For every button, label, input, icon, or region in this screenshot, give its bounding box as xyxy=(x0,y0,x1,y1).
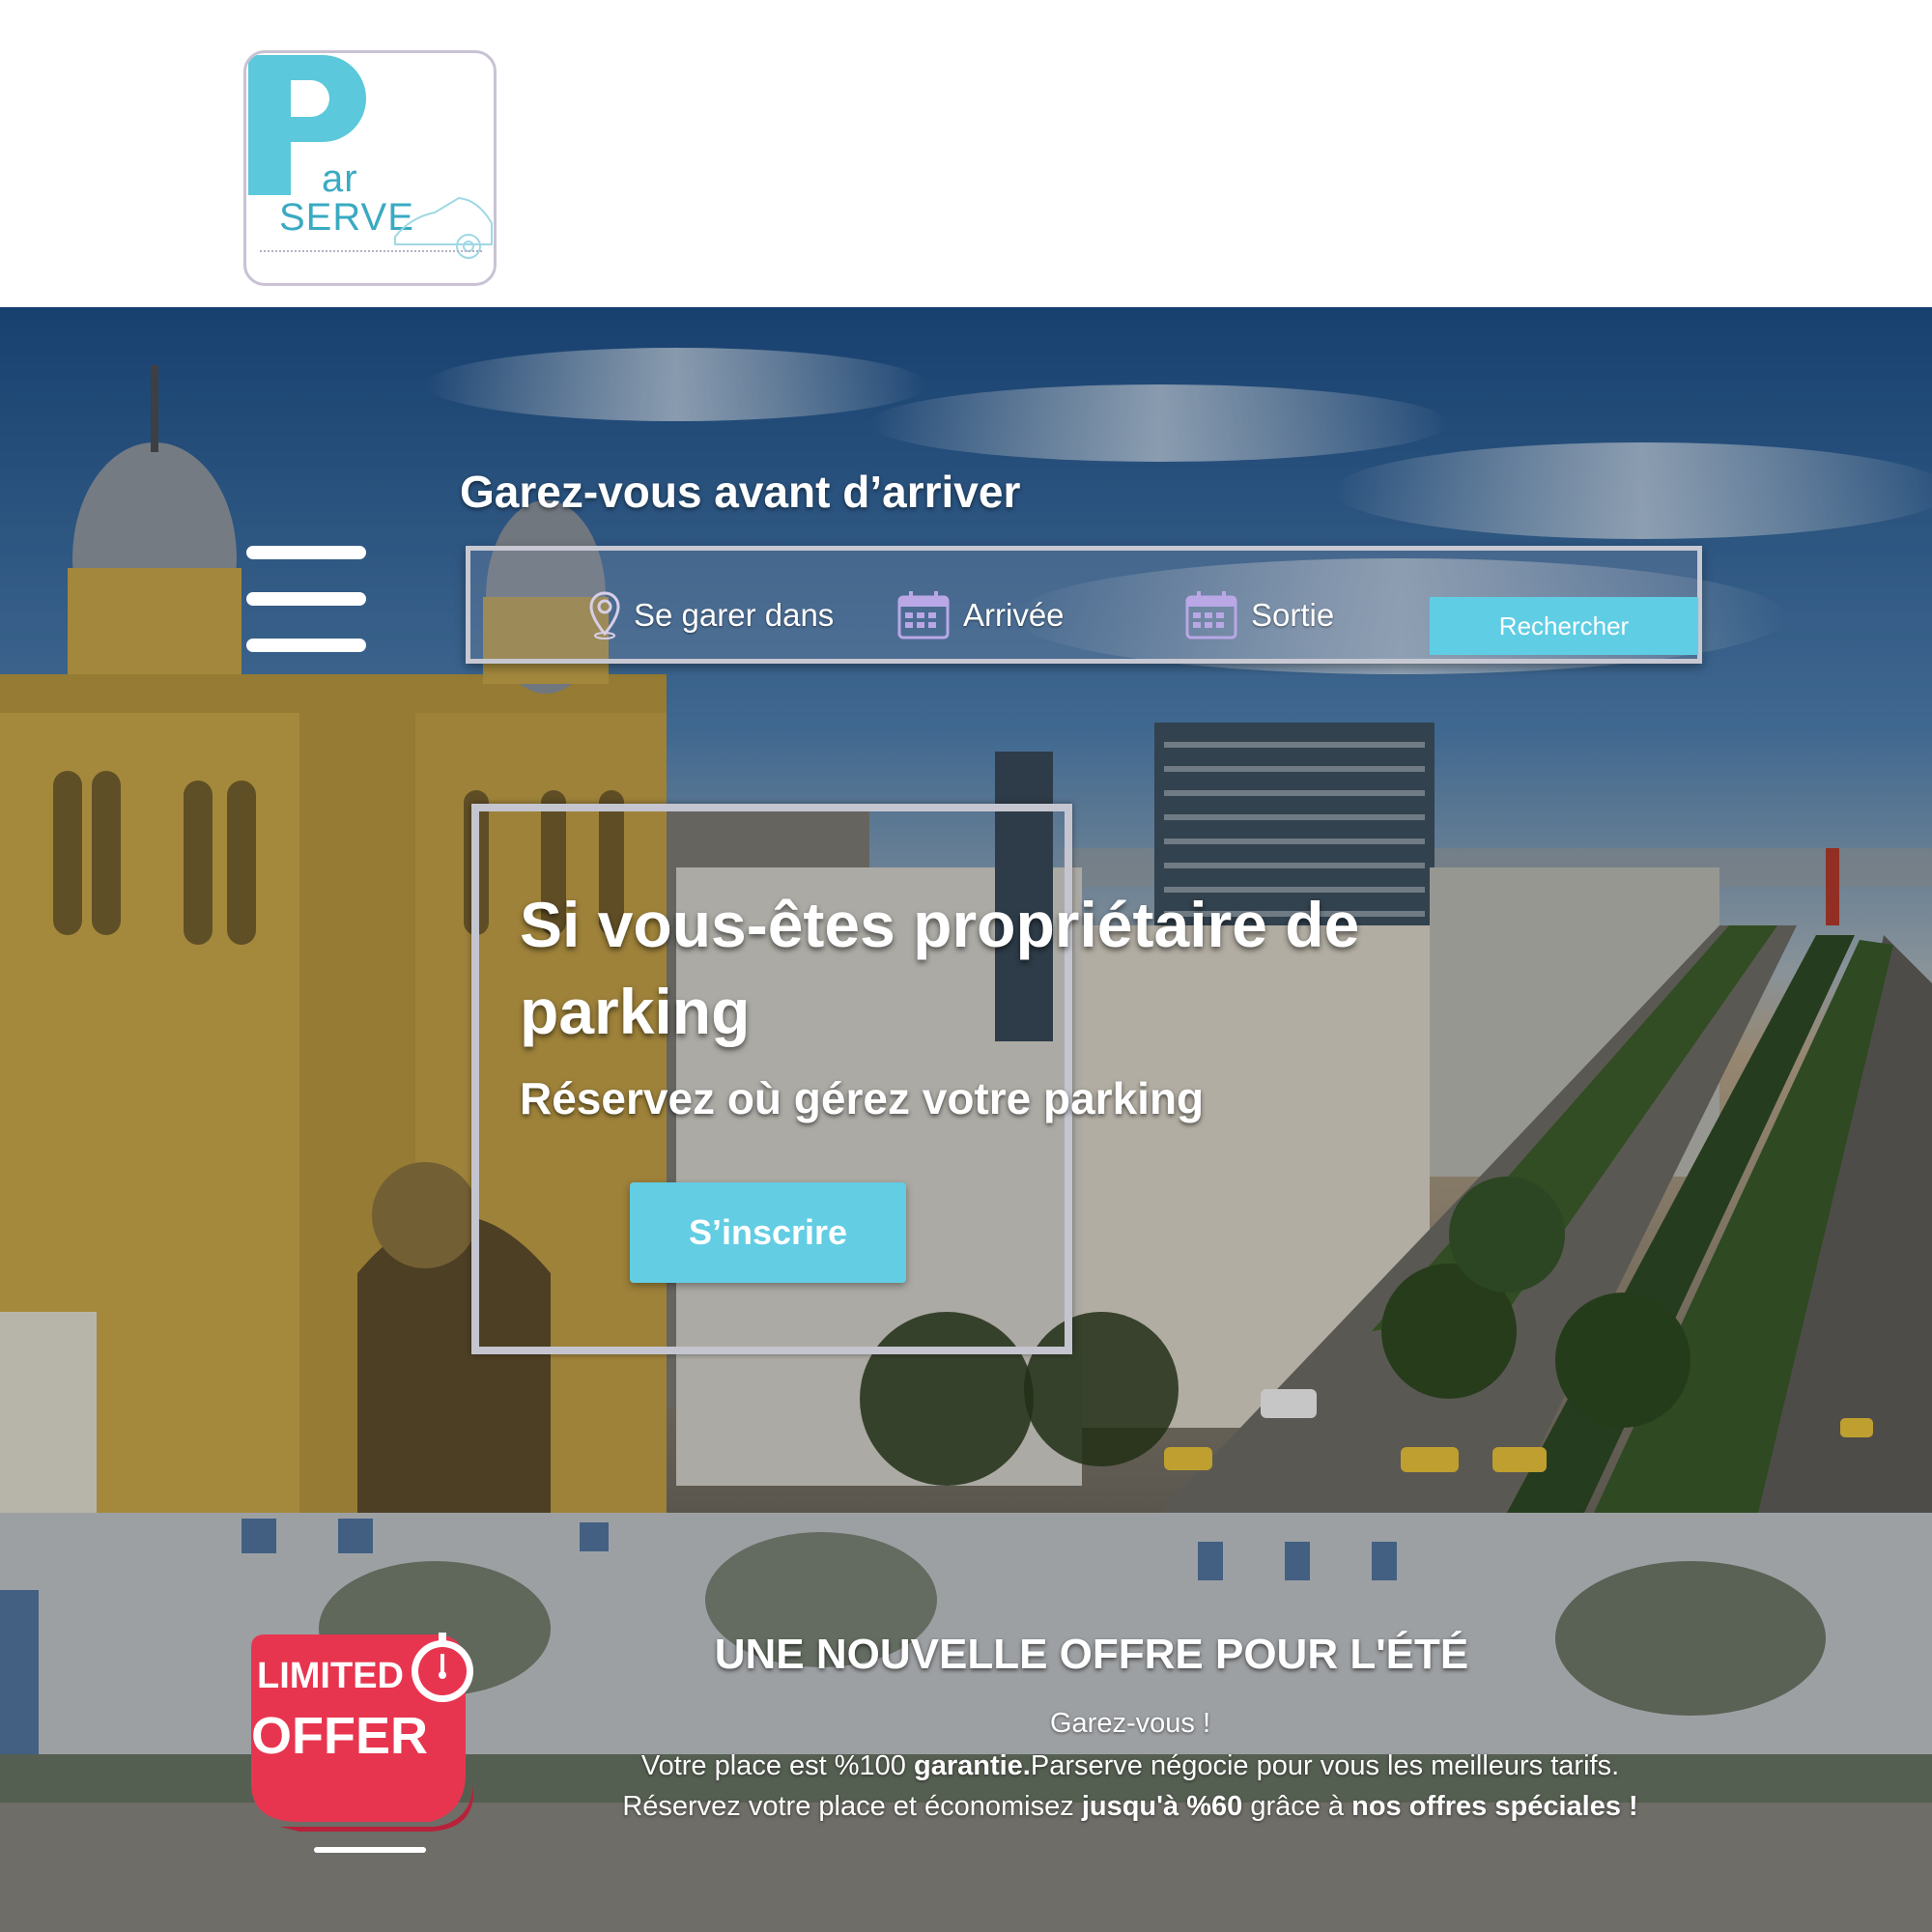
offer-line-2-bold: garantie. xyxy=(913,1750,1031,1781)
offer-line-2: Votre place est %100 garantie.Parserve n… xyxy=(0,1750,1932,1782)
offer-title: UNE NOUVELLE OFFRE POUR L'ÉTÉ xyxy=(714,1631,1469,1678)
site-header: ar SERVE xyxy=(0,0,1932,307)
offer-line-2-text: Votre place est %100 xyxy=(640,1750,914,1781)
logo-p-hole xyxy=(291,80,329,117)
location-field[interactable]: Se garer dans xyxy=(589,591,834,639)
hero-tagline: Garez-vous avant d’arriver xyxy=(460,467,1021,517)
offer-line-3: Réservez votre place et économisez jusqu… xyxy=(0,1791,1932,1823)
map-pin-icon xyxy=(589,591,620,639)
location-field-label: Se garer dans xyxy=(634,597,835,633)
logo-underline xyxy=(260,250,482,256)
offer-line-2-rest: Parserve négocie pour vous les meilleurs… xyxy=(1030,1750,1620,1781)
offer-line-3-bold-offers: nos offres spéciales ! xyxy=(1351,1791,1638,1822)
parserve-logo[interactable]: ar SERVE xyxy=(243,50,497,286)
calendar-icon xyxy=(1185,591,1237,639)
hamburger-menu-icon[interactable] xyxy=(246,546,366,654)
search-bar: Se garer dans Arrivée Sortie Rechercher xyxy=(466,546,1702,664)
offer-line-3-text: Réservez votre place et économisez xyxy=(622,1791,1082,1822)
summer-offer-section: LIMITED OFFER UNE NOUVELLE OFFRE POUR L'… xyxy=(0,1513,1932,1932)
logo-p-stem xyxy=(248,55,291,195)
owner-cta-subtitle: Réservez où gérez votre parking xyxy=(520,1073,1205,1123)
offer-line-1: Garez-vous ! xyxy=(1050,1708,1210,1739)
arrival-date-label: Arrivée xyxy=(963,597,1065,633)
search-button[interactable]: Rechercher xyxy=(1430,597,1698,655)
signup-button[interactable]: S’inscrire xyxy=(630,1182,906,1283)
offer-line-3-bold-discount: jusqu'à %60 xyxy=(1081,1791,1243,1822)
calendar-icon xyxy=(897,591,950,639)
owner-cta-title: Si vous-êtes propriétaire de parking xyxy=(520,889,1360,1047)
offer-line-3-mid: grâce à xyxy=(1242,1791,1352,1822)
exit-date-field[interactable]: Sortie xyxy=(1185,591,1334,639)
carousel-indicator[interactable] xyxy=(314,1847,426,1853)
hero-section: Garez-vous avant d’arriver Se garer dans… xyxy=(0,307,1932,1513)
arrival-date-field[interactable]: Arrivée xyxy=(897,591,1065,639)
exit-date-label: Sortie xyxy=(1251,597,1335,633)
logo-text-ar: ar xyxy=(322,157,358,200)
